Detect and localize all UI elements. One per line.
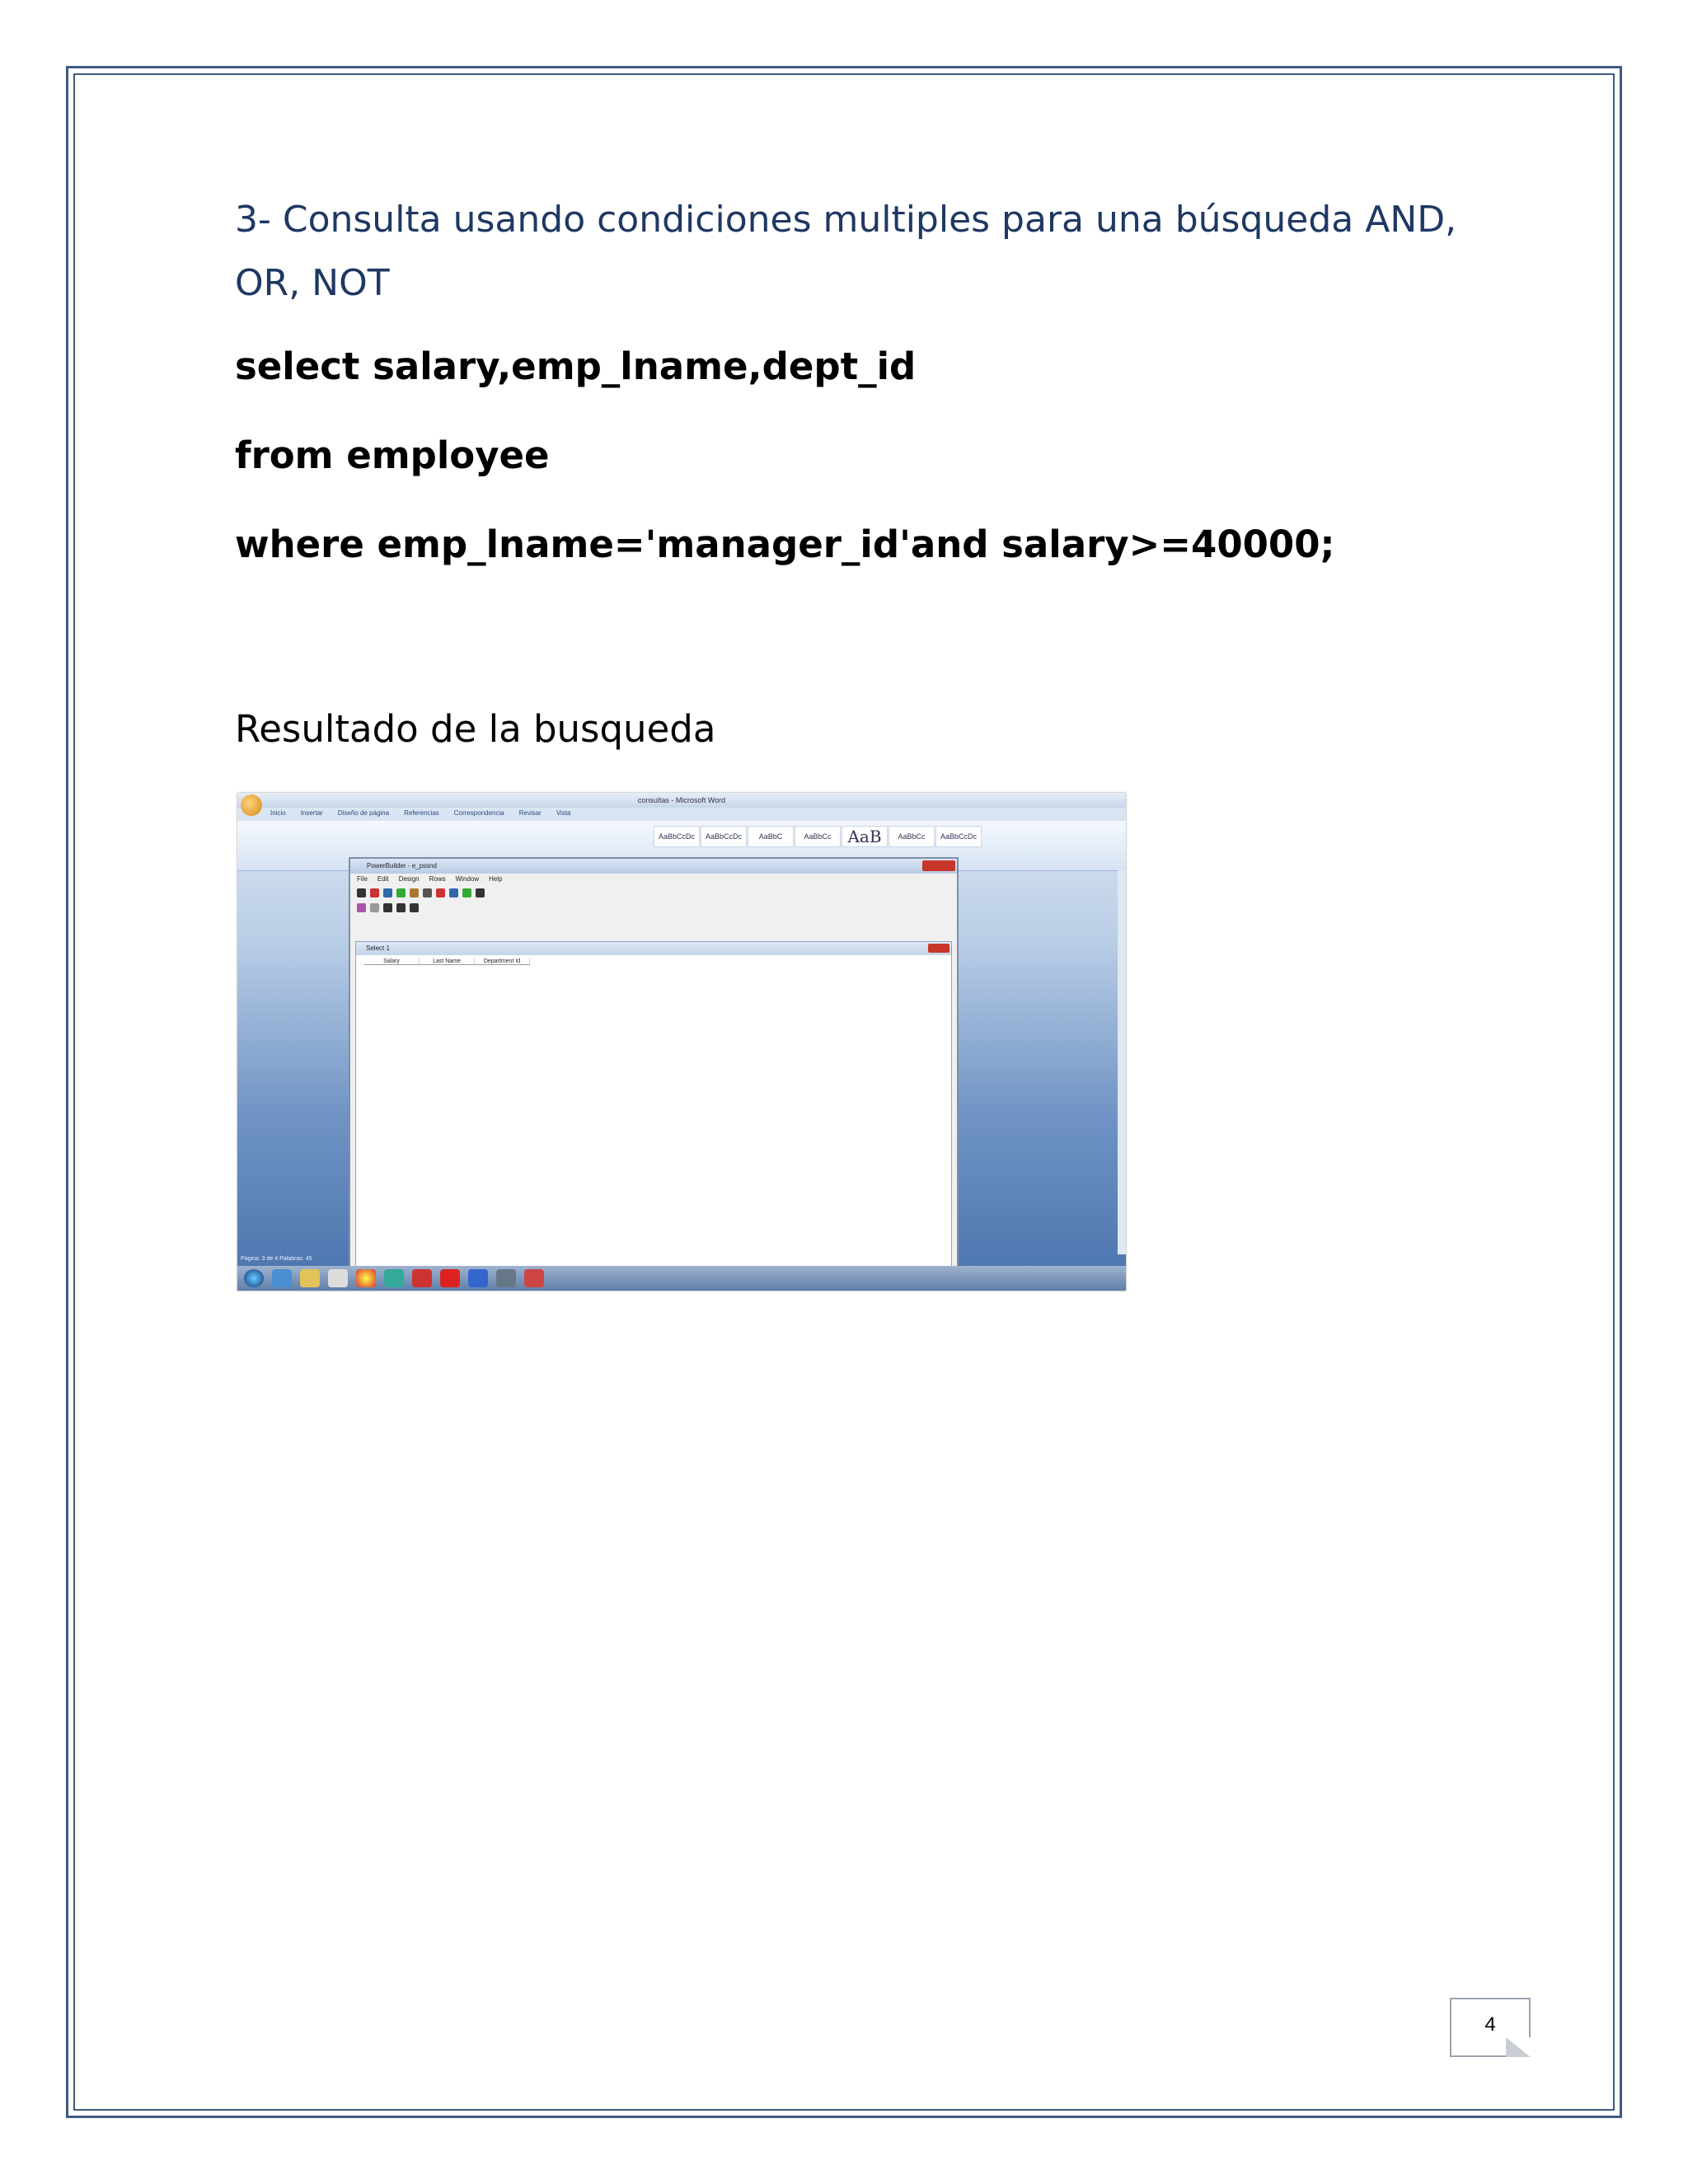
result-label: Resultado de la busqueda: [235, 707, 716, 751]
style-sample: AaBbCcDc: [935, 826, 982, 847]
style-sample: AaBbCcDc: [654, 826, 700, 847]
word-titlebar: consultas - Microsoft Word: [237, 793, 1126, 808]
office-button-icon: [241, 794, 262, 816]
result-screenshot: consultas - Microsoft Word Inicio Insert…: [237, 793, 1126, 1291]
ribbon-tab: Diseño de página: [337, 809, 390, 817]
ribbon-tabs: Inicio Insertar Diseño de página Referen…: [270, 809, 1126, 821]
powerbuilder-window: PowerBuilder - e_pssnd File Edit Design …: [349, 857, 959, 1272]
taskbar-icon: [468, 1269, 488, 1287]
pdf-icon: [440, 1269, 460, 1287]
style-sample: AaB: [842, 826, 888, 847]
pb-menu-item: Edit: [377, 875, 389, 883]
taskbar-icon: [328, 1269, 348, 1287]
pb-menu-item: File: [357, 875, 368, 883]
toolbar-icon: [357, 902, 366, 912]
scrollbar: [1118, 870, 1126, 1254]
result-columns: Salary Last Name Department Id: [356, 958, 951, 965]
toolbar-icon: [462, 888, 471, 898]
style-sample: AaBbCc: [889, 826, 935, 847]
close-icon: [928, 944, 950, 953]
toolbar-icon: [410, 888, 419, 898]
sql-line-where: where emp_lname='manager_id'and salary>=…: [235, 523, 1335, 566]
toolbar-icon: [383, 888, 392, 898]
pb-menu: File Edit Design Rows Window Help: [350, 874, 957, 885]
toolbar-icon: [383, 902, 392, 912]
taskbar-icon: [412, 1269, 432, 1287]
doc-titlebar: Select 1: [356, 942, 951, 955]
toolbar-icon: [396, 888, 406, 898]
pb-menu-item: Design: [398, 875, 420, 883]
ribbon-tab: Correspondencia: [453, 809, 504, 817]
word-statusbar: Página: 3 de 4 Palabras: 45: [241, 1256, 312, 1262]
ribbon-tab: Referencias: [404, 809, 439, 817]
toolbar-icon: [357, 888, 366, 898]
ribbon-tab: Insertar: [300, 809, 323, 817]
start-icon: [244, 1269, 264, 1287]
style-sample: AaBbC: [748, 826, 794, 847]
pb-menu-item: Rows: [429, 875, 446, 883]
pb-menu-item: Window: [455, 875, 480, 883]
toolbar-icon: [370, 888, 379, 898]
taskbar-icon: [524, 1269, 544, 1287]
ribbon-tab: Vista: [556, 809, 571, 817]
toolbar-icon: [423, 888, 432, 898]
pb-toolbar: [350, 885, 957, 900]
column-header: Salary: [364, 958, 420, 965]
page-number-box: 4: [1450, 1998, 1531, 2057]
doc-title-text: Select 1: [366, 944, 390, 952]
page-curl-shadow: [1506, 2037, 1531, 2057]
toolbar-icon: [449, 888, 458, 898]
close-icon: [922, 860, 955, 871]
style-sample: AaBbCcDc: [701, 826, 747, 847]
toolbar-icon: [436, 888, 445, 898]
sql-line-from: from employee: [235, 434, 550, 477]
toolbar-icon: [476, 888, 485, 898]
folder-icon: [300, 1269, 320, 1287]
chrome-icon: [356, 1269, 376, 1287]
ribbon-tab: Revisar: [518, 809, 542, 817]
toolbar-icon: [410, 902, 419, 912]
column-header: Last Name: [420, 958, 475, 965]
sql-line-select: select salary,emp_lname,dept_id: [235, 344, 917, 388]
windows-taskbar: [237, 1266, 1126, 1291]
style-sample: AaBbCc: [795, 826, 841, 847]
pb-title-text: PowerBuilder - e_pssnd: [367, 862, 437, 869]
pb-titlebar: PowerBuilder - e_pssnd: [350, 859, 957, 874]
taskbar-icon: [384, 1269, 404, 1287]
pb-menu-item: Help: [489, 875, 503, 883]
column-header: Department Id: [475, 958, 530, 965]
toolbar-icon: [396, 902, 406, 912]
section-heading: 3- Consulta usando condiciones multiples…: [235, 199, 1457, 304]
page-number: 4: [1484, 2013, 1496, 2036]
taskbar-icon: [496, 1269, 516, 1287]
select-result-window: Select 1 Salary Last Name Department Id: [355, 941, 952, 1271]
ribbon-tab: Inicio: [270, 809, 286, 817]
pb-toolbar-2: [350, 900, 957, 915]
taskbar-icon: [272, 1269, 292, 1287]
toolbar-icon: [370, 902, 379, 912]
